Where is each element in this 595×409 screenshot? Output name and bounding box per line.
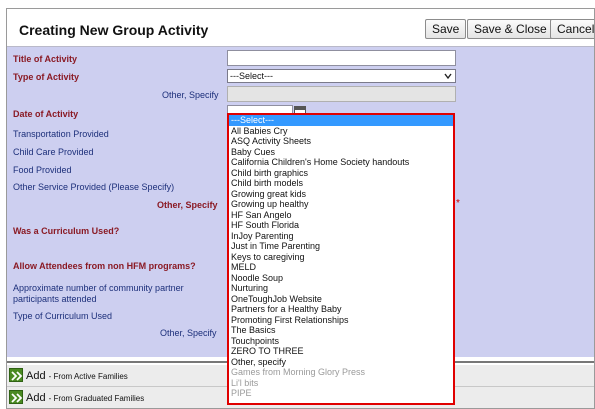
required-marker: * [456,198,460,209]
food-provided-label: Food Provided [13,165,72,175]
transportation-provided-label: Transportation Provided [13,129,109,139]
dropdown-option[interactable]: HF South Florida [229,220,453,231]
community-partner-label-line1: Approximate number of community partner [13,283,184,293]
dropdown-option: Li'l bits [231,377,259,388]
type-other-specify-label: Other, Specify [162,90,219,100]
dropdown-option[interactable]: InJoy Parenting [229,231,453,242]
dropdown-option[interactable]: All Babies Cry [229,126,453,137]
allow-attendees-label: Allow Attendees from non HFM programs? [13,261,196,271]
title-of-activity-label: Title of Activity [13,54,78,64]
curriculum-dropdown-list[interactable]: ---Select--- All Babies Cry ASQ Activity S… [227,113,455,405]
type-other-specify-input[interactable] [227,86,456,102]
dropdown-option[interactable]: California Children's Home Society hando… [229,157,453,168]
dropdown-option[interactable]: ---Select--- [229,115,453,126]
type-of-activity-select-value: ---Select--- [230,71,273,81]
add-graduated-families-sublabel: - From Graduated Families [48,394,145,403]
dropdown-option[interactable]: Growing great kids [229,189,453,200]
dropdown-option[interactable]: Noodle Soup [229,273,453,284]
dropdown-option[interactable]: Baby Cues [229,147,453,158]
add-graduated-families-link[interactable]: Add - From Graduated Families [26,392,144,404]
curriculum-type-label: Type of Curriculum Used [13,311,113,321]
add-active-families-sublabel: - From Active Families [48,372,128,381]
dropdown-option[interactable]: The Basics [229,325,453,336]
dropdown-option[interactable]: Nurturing [229,283,453,294]
dropdown-option[interactable]: Promoting First Relationships [229,315,453,326]
dropdown-option[interactable]: Keys to caregiving [229,252,453,263]
dropdown-option[interactable]: Growing up healthy [229,199,453,210]
community-partner-label-line2: participants attended [13,294,97,304]
dropdown-option[interactable]: Child birth graphics [229,168,453,179]
dropdown-option[interactable]: Partners for a Healthy Baby [229,304,453,315]
curriculum-used-label: Was a Curriculum Used? [13,226,120,236]
curriculum-other-specify-label: Other, Specify [160,328,217,338]
double-chevron-right-icon [9,368,23,382]
cancel-button[interactable]: Cancel [550,19,594,39]
chevron-down-icon [444,73,452,80]
type-of-activity-select[interactable]: ---Select--- [227,69,456,83]
add-active-families-link[interactable]: Add - From Active Families [26,370,128,382]
dropdown-option: PIPE [231,388,252,398]
save-button[interactable]: Save [425,19,467,39]
page-title: Creating New Group Activity [19,22,209,38]
dropdown-option[interactable]: MELD [229,262,453,273]
type-of-activity-label: Type of Activity [13,72,80,82]
window-header: Creating New Group Activity Save Save & … [7,9,594,47]
title-of-activity-input[interactable] [227,50,456,66]
other-service-specify-label: Other, Specify [157,200,218,210]
dropdown-option: Games from Morning Glory Press [231,367,366,377]
dropdown-option[interactable]: ZERO TO THREE [229,346,453,357]
dropdown-option[interactable]: OneToughJob Website [229,294,453,305]
other-service-label: Other Service Provided (Please Specify) [13,182,175,192]
dropdown-option[interactable]: Other, specify [229,357,453,368]
dropdown-option[interactable]: ASQ Activity Sheets [229,136,453,147]
dropdown-option[interactable]: HF San Angelo [229,210,453,221]
dropdown-option[interactable]: Just in Time Parenting [229,241,453,252]
date-of-activity-label: Date of Activity [13,109,79,119]
dropdown-option[interactable]: Child birth models [229,178,453,189]
child-care-provided-label: Child Care Provided [13,147,94,157]
double-chevron-right-icon [9,390,23,404]
dropdown-option[interactable]: Touchpoints [229,336,453,347]
save-close-button[interactable]: Save & Close [467,19,554,39]
